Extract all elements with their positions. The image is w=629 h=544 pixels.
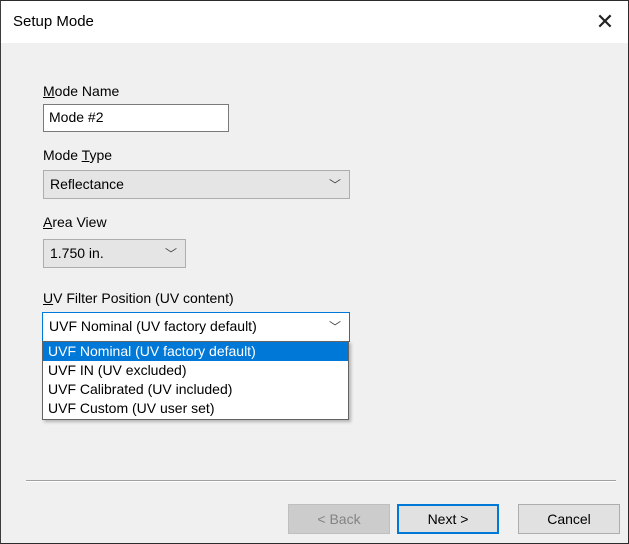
back-button[interactable]: < Back — [288, 504, 390, 534]
uv-filter-dropdown-list: UVF Nominal (UV factory default) UVF IN … — [42, 341, 349, 420]
footer-separator — [26, 480, 616, 482]
area-view-value: 1.750 in. — [50, 245, 104, 261]
close-icon[interactable]: ✕ — [582, 1, 628, 43]
mode-name-input[interactable]: Mode #2 — [43, 104, 229, 132]
mode-name-label: Mode Name — [43, 83, 119, 99]
cancel-button[interactable]: Cancel — [518, 504, 620, 534]
title-bar: Setup Mode ✕ — [1, 1, 628, 43]
cancel-button-label: Cancel — [547, 511, 591, 527]
mode-type-label: Mode Type — [43, 147, 112, 163]
mode-type-label-a: Mode — [43, 147, 82, 163]
chevron-down-icon: ﹀ — [328, 320, 341, 334]
next-button[interactable]: Next > — [397, 504, 499, 534]
dialog-title: Setup Mode — [13, 13, 94, 30]
mode-type-label-b: ype — [89, 147, 113, 163]
mode-name-accesskey: M — [43, 83, 55, 99]
uv-filter-select[interactable]: UVF Nominal (UV factory default) ﹀ — [42, 312, 350, 342]
uv-filter-value: UVF Nominal (UV factory default) — [49, 318, 257, 334]
area-view-select[interactable]: 1.750 in. ﹀ — [43, 239, 186, 268]
mode-name-label-text: ode Name — [54, 83, 120, 99]
uv-filter-label: UV Filter Position (UV content) — [43, 290, 234, 306]
uv-filter-label-text: V Filter Position (UV content) — [53, 290, 234, 306]
uv-filter-option[interactable]: UVF Custom (UV user set) — [43, 399, 348, 418]
back-button-label: < Back — [317, 511, 361, 527]
area-view-label-text: rea View — [52, 214, 107, 230]
chevron-down-icon: ﹀ — [164, 247, 177, 261]
uv-filter-accesskey: U — [43, 290, 54, 306]
uv-filter-option[interactable]: UVF Calibrated (UV included) — [43, 380, 348, 399]
area-view-label: Area View — [43, 214, 107, 230]
uv-filter-option[interactable]: UVF IN (UV excluded) — [43, 361, 348, 380]
chevron-down-icon: ﹀ — [328, 178, 341, 192]
next-button-label: Next > — [427, 511, 469, 527]
mode-type-select[interactable]: Reflectance ﹀ — [43, 170, 350, 199]
area-view-accesskey: A — [43, 214, 53, 230]
uv-filter-option[interactable]: UVF Nominal (UV factory default) — [43, 342, 348, 361]
setup-mode-dialog: Setup Mode ✕ Mode Name Mode #2 Mode Type… — [0, 0, 629, 544]
mode-type-value: Reflectance — [50, 176, 124, 192]
